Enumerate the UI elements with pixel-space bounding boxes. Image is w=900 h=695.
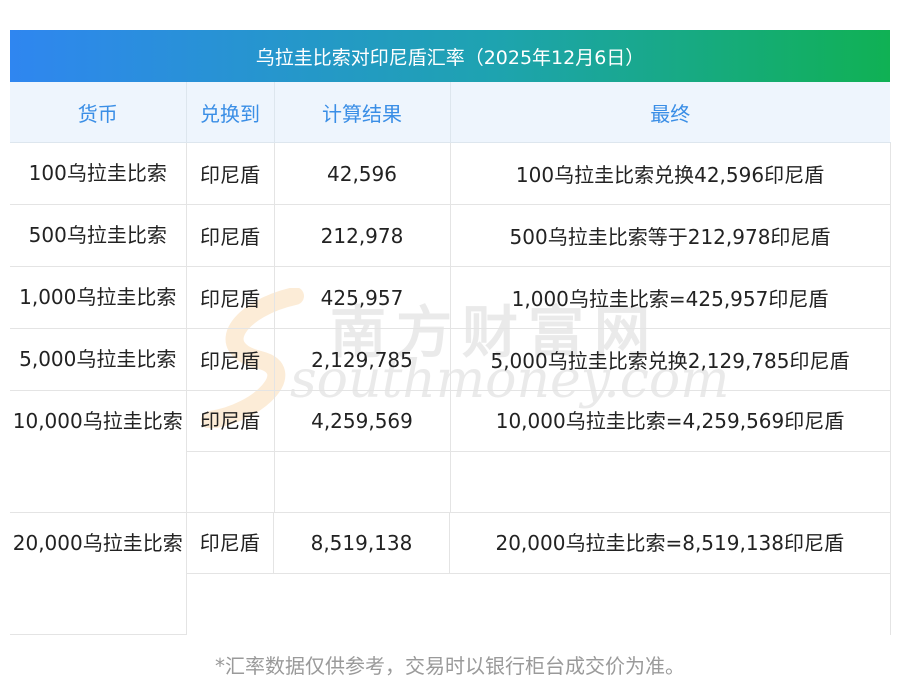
result-cell: 425,957 xyxy=(274,266,451,329)
currency-cell: 1,000乌拉圭比索 xyxy=(10,266,187,329)
target-cell: 印尼盾 xyxy=(186,390,275,513)
result-cell: 4,259,569 xyxy=(274,390,451,513)
column-header-final: 最终 xyxy=(450,82,890,143)
target-cell-text: 印尼盾 xyxy=(186,391,274,452)
table-row: 5,000乌拉圭比索 印尼盾 2,129,785 5,000乌拉圭比索兑换2,1… xyxy=(10,328,891,391)
result-cell-text: 4,259,569 xyxy=(274,391,450,452)
result-cell: 2,129,785 xyxy=(274,328,451,391)
column-header-result: 计算结果 xyxy=(274,82,451,143)
target-cell: 印尼盾 xyxy=(186,266,275,329)
currency-cell: 5,000乌拉圭比索 xyxy=(10,328,187,391)
footnote: *汇率数据仅供参考，交易时以银行柜台成交价为准。 xyxy=(215,654,685,678)
target-cell: 印尼盾 xyxy=(186,513,274,635)
final-cell: 100乌拉圭比索兑换42,596印尼盾 xyxy=(450,142,891,205)
result-cell: 8,519,138 xyxy=(274,513,450,635)
currency-cell: 500乌拉圭比索 xyxy=(10,204,187,267)
table-title: 乌拉圭比索对印尼盾汇率（2025年12月6日） xyxy=(10,30,890,82)
table-row: 20,000乌拉圭比索 印尼盾 8,519,138 20,000乌拉圭比索=8,… xyxy=(10,512,891,635)
target-cell-text: 印尼盾 xyxy=(186,513,274,574)
result-cell: 42,596 xyxy=(274,142,451,205)
table-row: 500乌拉圭比索 印尼盾 212,978 500乌拉圭比索等于212,978印尼… xyxy=(10,204,891,267)
column-header-currency: 货币 xyxy=(10,82,187,143)
result-cell: 212,978 xyxy=(274,204,451,267)
currency-cell: 10,000乌拉圭比索 xyxy=(10,390,187,513)
target-cell: 印尼盾 xyxy=(186,328,275,391)
final-cell: 1,000乌拉圭比索=425,957印尼盾 xyxy=(450,266,891,329)
table-row: 1,000乌拉圭比索 印尼盾 425,957 1,000乌拉圭比索=425,95… xyxy=(10,266,891,329)
final-cell-text: 20,000乌拉圭比索=8,519,138印尼盾 xyxy=(450,513,890,574)
target-cell: 印尼盾 xyxy=(186,142,275,205)
target-cell: 印尼盾 xyxy=(186,204,275,267)
table-row: 100乌拉圭比索 印尼盾 42,596 100乌拉圭比索兑换42,596印尼盾 xyxy=(10,142,891,205)
result-cell-text: 8,519,138 xyxy=(274,513,450,574)
final-cell: 20,000乌拉圭比索=8,519,138印尼盾 xyxy=(450,512,891,635)
currency-cell: 20,000乌拉圭比索 xyxy=(10,512,187,635)
column-header-target: 兑换到 xyxy=(186,82,275,143)
table-row: 10,000乌拉圭比索 印尼盾 4,259,569 10,000乌拉圭比索=4,… xyxy=(10,390,891,513)
final-cell: 500乌拉圭比索等于212,978印尼盾 xyxy=(450,204,891,267)
final-cell-text: 10,000乌拉圭比索=4,259,569印尼盾 xyxy=(450,391,890,452)
table-header-row: 货币 兑换到 计算结果 最终 xyxy=(10,82,890,143)
exchange-rate-table: 货币 兑换到 计算结果 最终 100乌拉圭比索 印尼盾 42,596 100乌拉… xyxy=(10,82,891,635)
currency-cell: 100乌拉圭比索 xyxy=(10,142,187,205)
final-cell: 5,000乌拉圭比索兑换2,129,785印尼盾 xyxy=(450,328,891,391)
final-cell: 10,000乌拉圭比索=4,259,569印尼盾 xyxy=(450,390,891,513)
